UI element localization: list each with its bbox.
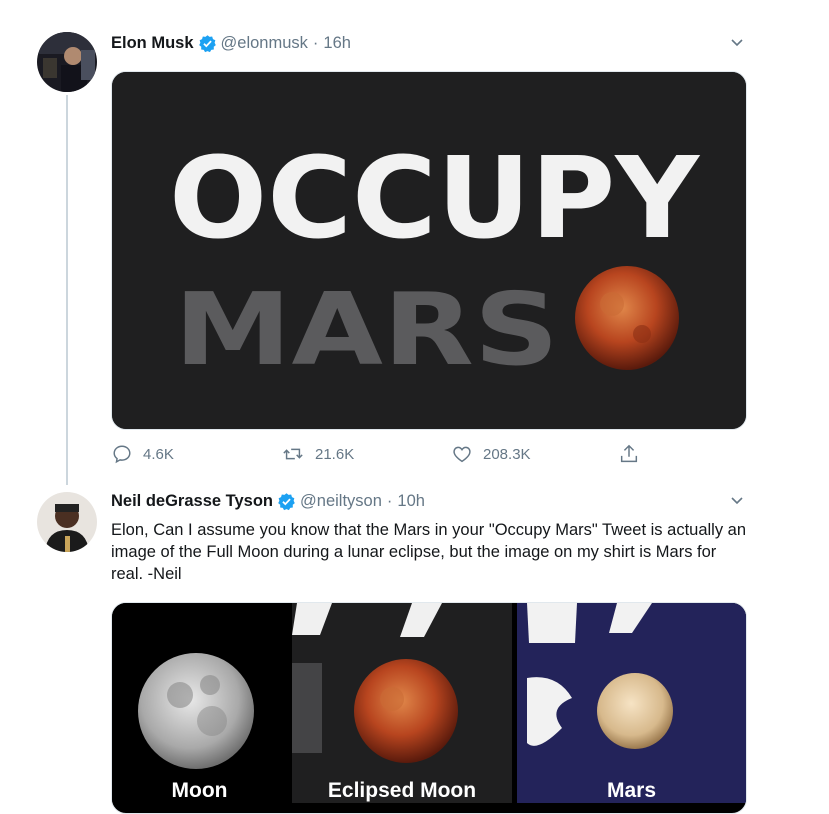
mars-text: MARS <box>174 271 559 388</box>
tweet1-author-name[interactable]: Elon Musk <box>111 34 194 53</box>
reply-action[interactable]: 4.6K <box>111 443 174 465</box>
tweet1-timestamp[interactable]: 16h <box>323 34 351 53</box>
eclipsed-moon-graphic <box>354 659 458 763</box>
verified-badge-icon <box>277 492 296 511</box>
chevron-down-icon[interactable] <box>729 492 745 508</box>
tweet2-image[interactable]: Moon Eclipsed Moon Mars <box>111 602 747 814</box>
reply-count: 4.6K <box>143 445 174 463</box>
tweet2-timestamp[interactable]: 10h <box>397 492 425 511</box>
reply-icon <box>113 445 131 464</box>
verified-badge-icon <box>198 34 217 53</box>
neil-tyson-avatar[interactable] <box>37 492 97 552</box>
eclipsed-moon-graphic <box>575 266 679 370</box>
tweet2-text: Elon, Can I assume you know that the Mar… <box>111 521 747 583</box>
separator-dot: · <box>386 492 393 510</box>
chevron-down-icon[interactable] <box>729 34 745 50</box>
eclipsed-moon-caption: Eclipsed Moon <box>327 779 477 802</box>
tweet1-image[interactable]: OCCUPY MARS <box>111 71 747 430</box>
thread-connector-line <box>66 95 68 485</box>
tweet2-handle[interactable]: @neiltyson <box>300 492 382 511</box>
tweet1-header: Elon Musk @elonmusk · 16h <box>111 34 351 53</box>
retweet-action[interactable]: 21.6K <box>281 443 354 465</box>
eclipsed-moon-panel: Eclipsed Moon <box>292 603 512 803</box>
mars-panel: Mars <box>517 603 746 803</box>
elon-musk-avatar[interactable] <box>37 32 97 92</box>
tweet1-handle[interactable]: @elonmusk <box>221 34 308 53</box>
like-action[interactable]: 208.3K <box>451 443 531 465</box>
mars-caption: Mars <box>606 779 657 802</box>
retweet-count: 21.6K <box>315 445 355 463</box>
tweet2-author-name[interactable]: Neil deGrasse Tyson <box>111 492 273 511</box>
mars-planet-graphic <box>597 673 673 749</box>
tweet2-header: Neil deGrasse Tyson @neiltyson · 10h <box>111 492 425 511</box>
occupy-text: OCCUPY <box>169 134 701 264</box>
moon-caption: Moon <box>171 779 228 802</box>
retweet-icon <box>283 448 303 460</box>
separator-dot: · <box>312 34 319 52</box>
full-moon-graphic <box>138 653 254 769</box>
share-action[interactable] <box>618 443 640 465</box>
share-icon <box>620 444 638 463</box>
like-count: 208.3K <box>483 445 531 463</box>
like-icon <box>453 446 471 463</box>
moon-panel: Moon <box>112 603 287 803</box>
